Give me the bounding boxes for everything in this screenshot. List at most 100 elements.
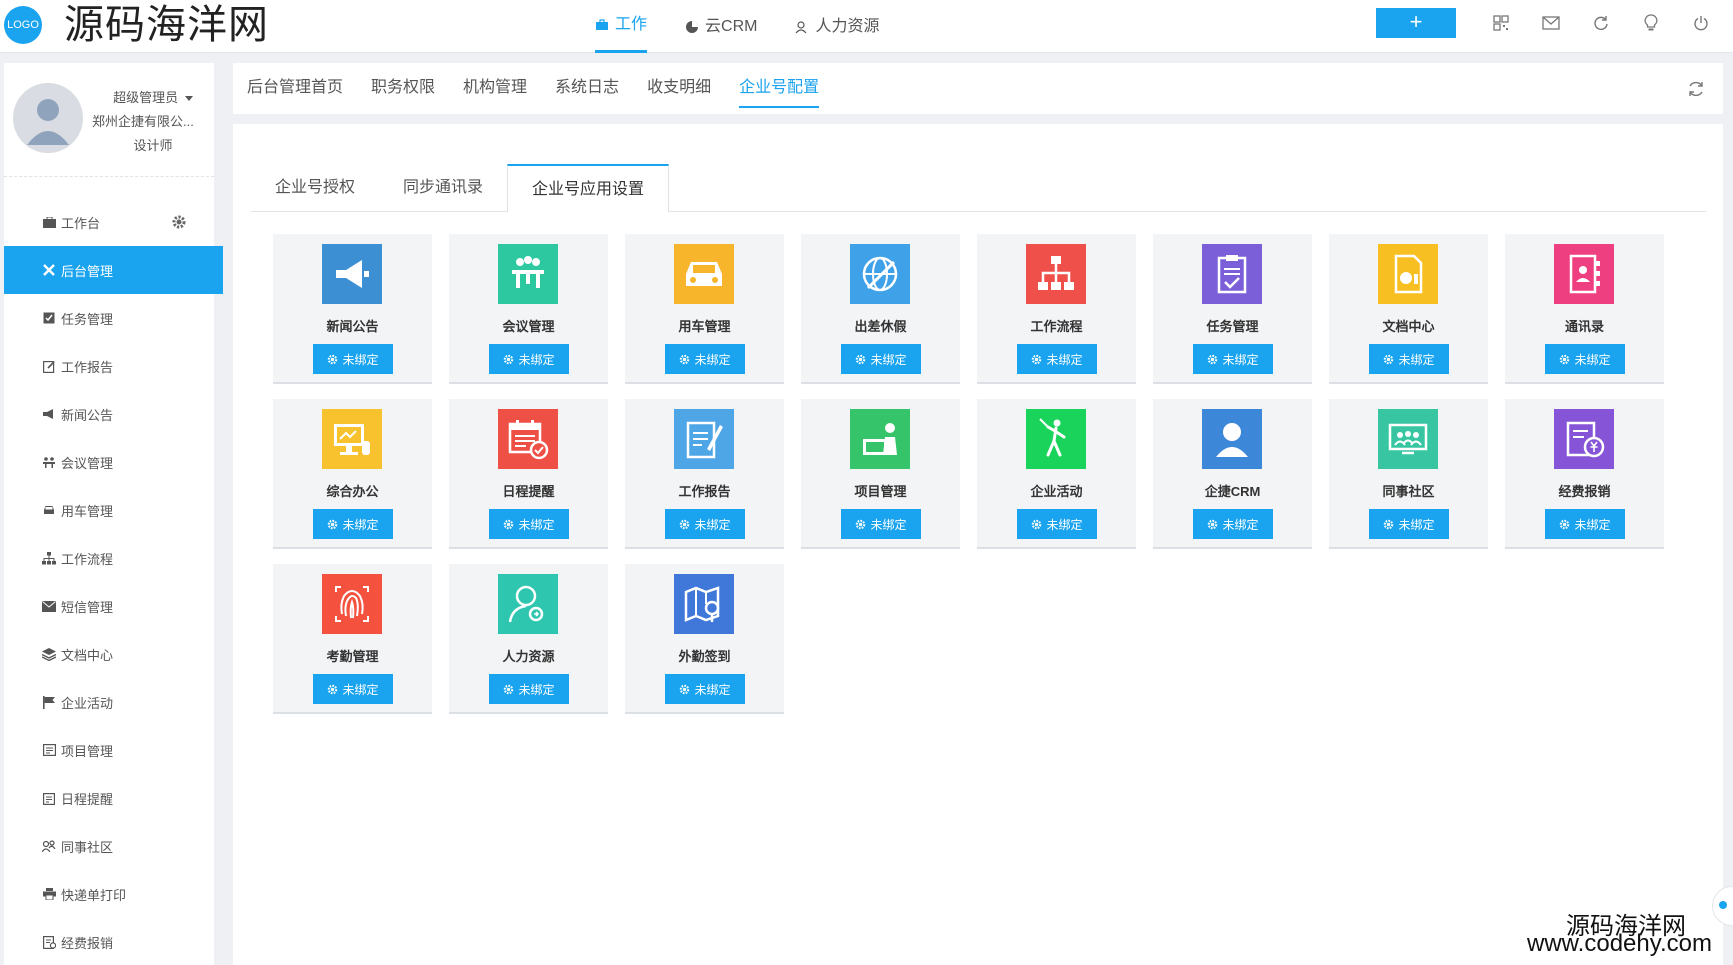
avatar[interactable] [13,83,83,153]
tab-positions[interactable]: 职务权限 [357,63,449,114]
bind-button[interactable]: 未绑定 [1545,344,1625,374]
app-name: 用车管理 [678,319,731,334]
bind-button[interactable]: 未绑定 [841,509,921,539]
meeting-icon [498,244,558,304]
app-card: 任务管理 未绑定 [1153,234,1312,384]
sidebar-item-meetings[interactable]: 会议管理 [4,438,214,486]
sitemap-icon [1026,244,1086,304]
bind-button-label: 未绑定 [870,352,907,367]
sidebar-item-label: 新闻公告 [61,407,114,423]
add-button[interactable]: + [1376,8,1456,38]
app-name: 新闻公告 [326,319,379,334]
tab-organization[interactable]: 机构管理 [449,63,541,114]
power-icon[interactable] [1690,12,1712,34]
tab-enterprise-config[interactable]: 企业号配置 [725,63,833,114]
bind-button[interactable]: 未绑定 [841,344,921,374]
gear-icon [327,354,338,365]
user-name-dropdown[interactable]: 超级管理员 [94,87,212,106]
bind-button[interactable]: 未绑定 [1017,509,1097,539]
bind-button[interactable]: 未绑定 [1017,344,1097,374]
bind-button[interactable]: 未绑定 [665,674,745,704]
project-icon [42,743,56,757]
sidebar-item-express-print[interactable]: 快递单打印 [4,870,214,918]
gear-icon [1031,519,1042,530]
bind-button-label: 未绑定 [518,682,555,697]
bind-button-label: 未绑定 [1398,517,1435,532]
top-nav-hr[interactable]: 人力资源 [795,0,879,53]
top-nav-work[interactable]: 工作 [595,0,648,53]
bind-button-label: 未绑定 [1574,352,1611,367]
sidebar-item-workbench[interactable]: 工作台 [4,198,214,246]
sidebar-item-expense[interactable]: 经费报销 [4,918,214,965]
sitemap-icon [42,551,56,565]
bind-button-label: 未绑定 [694,352,731,367]
layers-icon [42,647,56,661]
lightbulb-icon[interactable] [1640,12,1662,34]
bind-button[interactable]: 未绑定 [1369,344,1449,374]
calendar-icon [42,791,56,805]
sidebar-item-sms[interactable]: 短信管理 [4,582,214,630]
sidebar-item-projects[interactable]: 项目管理 [4,726,214,774]
app-card: 综合办公 未绑定 [273,399,432,549]
sidebar-item-documents[interactable]: 文档中心 [4,630,214,678]
app-card: 工作流程 未绑定 [977,234,1136,384]
sidebar-item-label: 经费报销 [61,935,114,951]
subtab-sync-contacts[interactable]: 同步通讯录 [379,164,507,212]
app-card: 同事社区 未绑定 [1329,399,1488,549]
gear-icon[interactable] [171,214,187,230]
bind-button[interactable]: 未绑定 [313,674,393,704]
subtab-authorization[interactable]: 企业号授权 [251,164,379,212]
mail-icon[interactable] [1540,12,1562,34]
bind-button[interactable]: 未绑定 [1545,509,1625,539]
caret-down-icon [184,96,193,102]
gear-icon [1559,354,1570,365]
sidebar-item-schedule[interactable]: 日程提醒 [4,774,214,822]
bind-button-label: 未绑定 [1398,352,1435,367]
app-card: 项目管理 未绑定 [801,399,960,549]
bind-button[interactable]: 未绑定 [665,344,745,374]
presenter-icon [850,409,910,469]
document-chart-icon [1378,244,1438,304]
page-tabs: 后台管理首页 职务权限 机构管理 系统日志 收支明细 企业号配置 [233,63,833,114]
qrcode-icon[interactable] [1490,12,1512,34]
fingerprint-icon [322,574,382,634]
sidebar-item-workflow[interactable]: 工作流程 [4,534,214,582]
sidebar-item-label: 工作报告 [61,359,114,375]
tab-income-expense[interactable]: 收支明细 [633,63,725,114]
sidebar-item-news[interactable]: 新闻公告 [4,390,214,438]
bind-button-label: 未绑定 [518,352,555,367]
tab-system-log[interactable]: 系统日志 [541,63,633,114]
top-nav-crm[interactable]: 云CRM [685,0,757,53]
sidebar-item-label: 同事社区 [61,839,114,855]
refresh-icon[interactable] [1590,12,1612,34]
sidebar-item-admin[interactable]: 后台管理 [4,246,223,294]
bind-button[interactable]: 未绑定 [489,509,569,539]
sidebar-item-community[interactable]: 同事社区 [4,822,214,870]
sidebar-item-work-report[interactable]: 工作报告 [4,342,214,390]
car-icon [42,503,56,517]
bind-button[interactable]: 未绑定 [489,344,569,374]
bind-button[interactable]: 未绑定 [665,509,745,539]
bind-button-label: 未绑定 [1222,352,1259,367]
sidebar-item-label: 快递单打印 [61,887,127,903]
bind-button[interactable]: 未绑定 [1193,509,1273,539]
sidebar-item-events[interactable]: 企业活动 [4,678,214,726]
bind-button[interactable]: 未绑定 [1369,509,1449,539]
bind-button[interactable]: 未绑定 [313,344,393,374]
sidebar-item-vehicles[interactable]: 用车管理 [4,486,214,534]
checkbox-icon [42,311,56,325]
tab-admin-home[interactable]: 后台管理首页 [233,63,357,114]
bind-button[interactable]: 未绑定 [1193,344,1273,374]
bind-button[interactable]: 未绑定 [489,674,569,704]
bind-button-label: 未绑定 [1222,517,1259,532]
sidebar-item-tasks[interactable]: 任务管理 [4,294,214,342]
app-card: 文档中心 未绑定 [1329,234,1488,384]
bind-button[interactable]: 未绑定 [313,509,393,539]
gear-icon [1383,519,1394,530]
expense-icon [1554,409,1614,469]
app-name: 项目管理 [854,484,907,499]
refresh-icon[interactable] [1687,80,1705,98]
subtab-app-settings[interactable]: 企业号应用设置 [507,164,670,213]
bind-button-label: 未绑定 [1046,517,1083,532]
app-card: 通讯录 未绑定 [1505,234,1664,384]
